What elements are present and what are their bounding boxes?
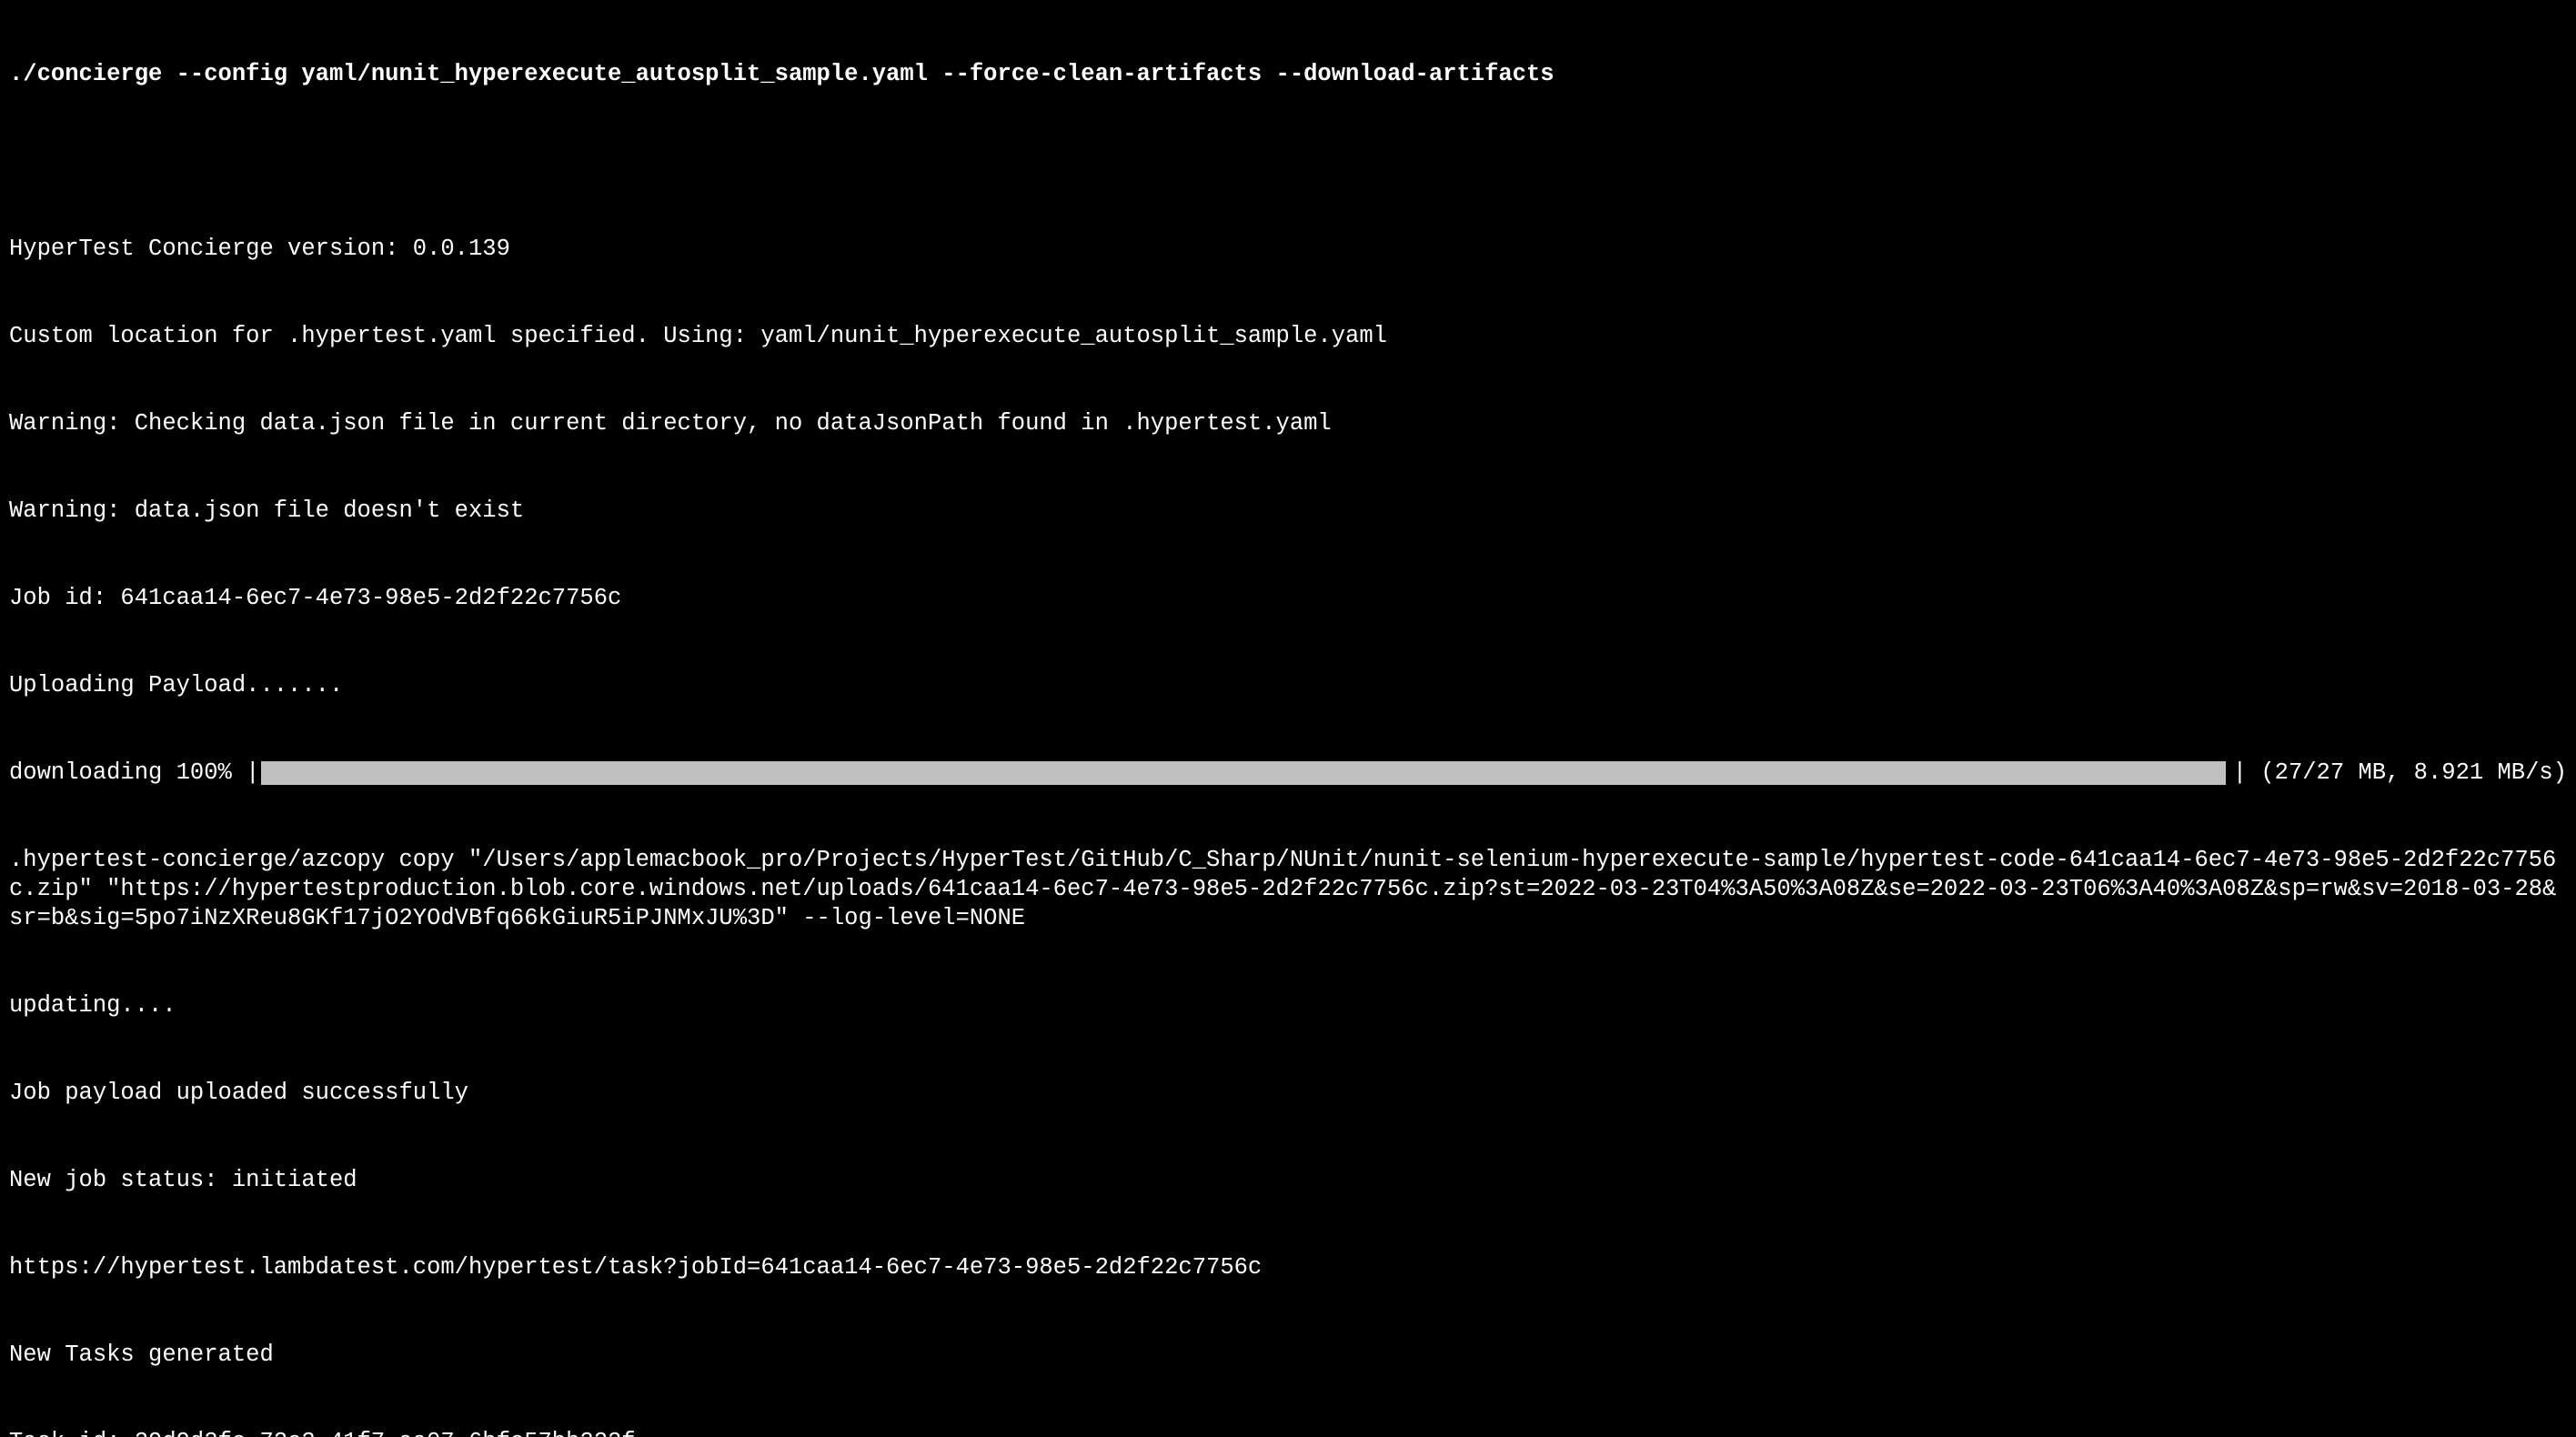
output-line: New job status: initiated [9, 1166, 2567, 1195]
output-line: Warning: Checking data.json file in curr… [9, 409, 2567, 438]
output-line [9, 147, 2567, 176]
progress-prefix: downloading 100% | [9, 759, 259, 788]
terminal-output[interactable]: ./concierge --config yaml/nunit_hyperexe… [0, 0, 2576, 1437]
progress-bar [261, 761, 2225, 785]
output-line: .hypertest-concierge/azcopy copy "/Users… [9, 846, 2567, 933]
progress-line: downloading 100% | | (27/27 MB, 8.921 MB… [9, 759, 2567, 788]
output-line: updating.... [9, 991, 2567, 1020]
output-line: https://hypertest.lambdatest.com/hyperte… [9, 1253, 2567, 1282]
output-line: Warning: data.json file doesn't exist [9, 497, 2567, 526]
output-line: Uploading Payload....... [9, 671, 2567, 700]
command-line: ./concierge --config yaml/nunit_hyperexe… [9, 58, 2567, 89]
output-line: New Tasks generated [9, 1341, 2567, 1370]
progress-suffix: | (27/27 MB, 8.921 MB/s) [2228, 759, 2567, 788]
output-line: HyperTest Concierge version: 0.0.139 [9, 235, 2567, 264]
output-line: Job id: 641caa14-6ec7-4e73-98e5-2d2f22c7… [9, 584, 2567, 613]
output-line: Task id: 29d9d2fc-72c2-41f7-aa07-6bfc57b… [9, 1428, 2567, 1437]
output-line: Custom location for .hypertest.yaml spec… [9, 322, 2567, 351]
output-line: Job payload uploaded successfully [9, 1079, 2567, 1108]
